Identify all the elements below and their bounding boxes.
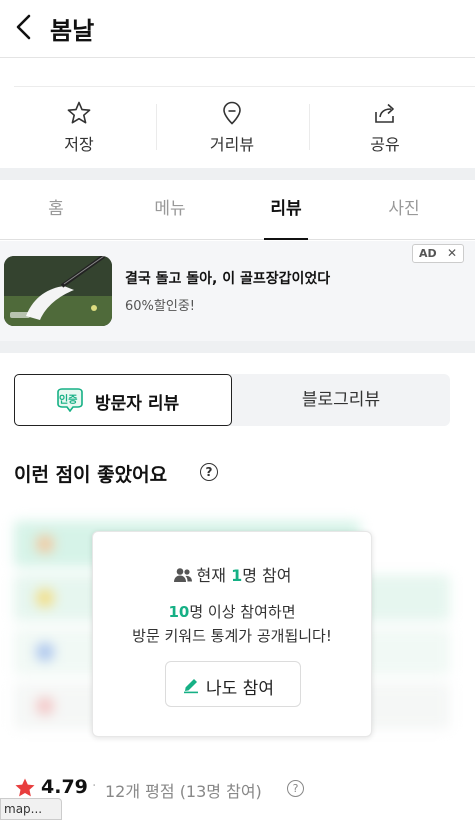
save-button[interactable]: 저장 (4, 96, 154, 158)
count-prefix: 현재 (196, 566, 232, 585)
rating-summary: 4.79 · 12개 평점 (13명 참여) ? (14, 776, 414, 802)
street-view-button[interactable]: 거리뷰 (157, 96, 307, 158)
visitor-review-label: 방문자 리뷰 (95, 394, 180, 414)
keyword-emoji (36, 697, 54, 715)
count-number: 1 (231, 566, 243, 585)
tab-home[interactable]: 홈 (0, 180, 112, 240)
section-title: 이런 점이 좋았어요 (14, 464, 168, 486)
rating-score: 4.79 (41, 776, 88, 798)
active-tab-indicator (264, 238, 308, 240)
blog-review-button[interactable]: 블로그리뷰 (232, 374, 450, 426)
share-button[interactable]: 공유 (310, 96, 460, 158)
visitor-review-button[interactable]: 인증 방문자 리뷰 (14, 374, 232, 426)
ad-banner[interactable]: 결국 돌고 돌아, 이 골프장갑이었다 60%할인중! (0, 241, 475, 341)
status-url-tooltip: map... (0, 798, 62, 820)
pencil-icon (182, 676, 200, 694)
threshold-suffix: 명 이상 참여하면 (189, 603, 296, 621)
ad-label: AD (419, 247, 437, 260)
count-suffix: 명 참여 (242, 566, 292, 585)
tab-menu[interactable]: 메뉴 (112, 180, 228, 240)
page-title: 봄날 (50, 17, 95, 45)
location-pin-icon (219, 100, 245, 126)
keyword-emoji (36, 589, 54, 607)
tab-reviews[interactable]: 리뷰 (228, 180, 344, 240)
close-icon[interactable]: ✕ (447, 246, 457, 260)
people-icon (173, 567, 193, 583)
ad-subtitle: 60%할인중! (125, 299, 195, 314)
participant-count: 현재 1명 참여 (93, 562, 371, 586)
share-label: 공유 (370, 135, 400, 154)
top-bar: 봄날 (0, 0, 475, 58)
keyword-emoji (36, 643, 54, 661)
divider (156, 104, 157, 150)
divider (309, 104, 310, 150)
separator: · (92, 778, 97, 794)
section-gap (0, 341, 475, 353)
ad-badge[interactable]: AD ✕ (412, 244, 464, 263)
keyword-emoji (36, 535, 54, 553)
ad-title: 결국 돌고 돌아, 이 골프장갑이었다 (125, 271, 331, 287)
reveal-text: 방문 키워드 통계가 공개됩니다! (132, 627, 332, 645)
save-label: 저장 (64, 135, 94, 154)
rating-count: 12개 평점 (13명 참여) (105, 782, 262, 801)
keyword-locked-overlay: 현재 1명 참여 10명 이상 참여하면 방문 키워드 통계가 공개됩니다! 나… (92, 531, 372, 737)
divider (14, 86, 475, 87)
section-gap (0, 168, 475, 180)
help-icon[interactable]: ? (287, 780, 304, 797)
action-bar: 저장 거리뷰 공유 (0, 96, 475, 158)
tab-bar: 홈 메뉴 리뷰 사진 (0, 180, 475, 240)
star-icon (14, 777, 36, 799)
threshold-text: 10명 이상 참여하면 (93, 601, 371, 622)
join-label: 나도 참여 (206, 679, 274, 699)
street-view-label: 거리뷰 (209, 135, 255, 154)
share-icon (372, 100, 398, 126)
back-arrow-icon[interactable] (12, 12, 36, 42)
join-button[interactable]: 나도 참여 (165, 661, 301, 707)
threshold-number: 10 (168, 603, 190, 621)
verified-badge-text: 인증 (59, 395, 78, 406)
ad-thumbnail (4, 256, 112, 326)
star-icon (66, 100, 92, 126)
help-icon[interactable]: ? (200, 463, 218, 481)
tab-photos[interactable]: 사진 (344, 180, 464, 240)
